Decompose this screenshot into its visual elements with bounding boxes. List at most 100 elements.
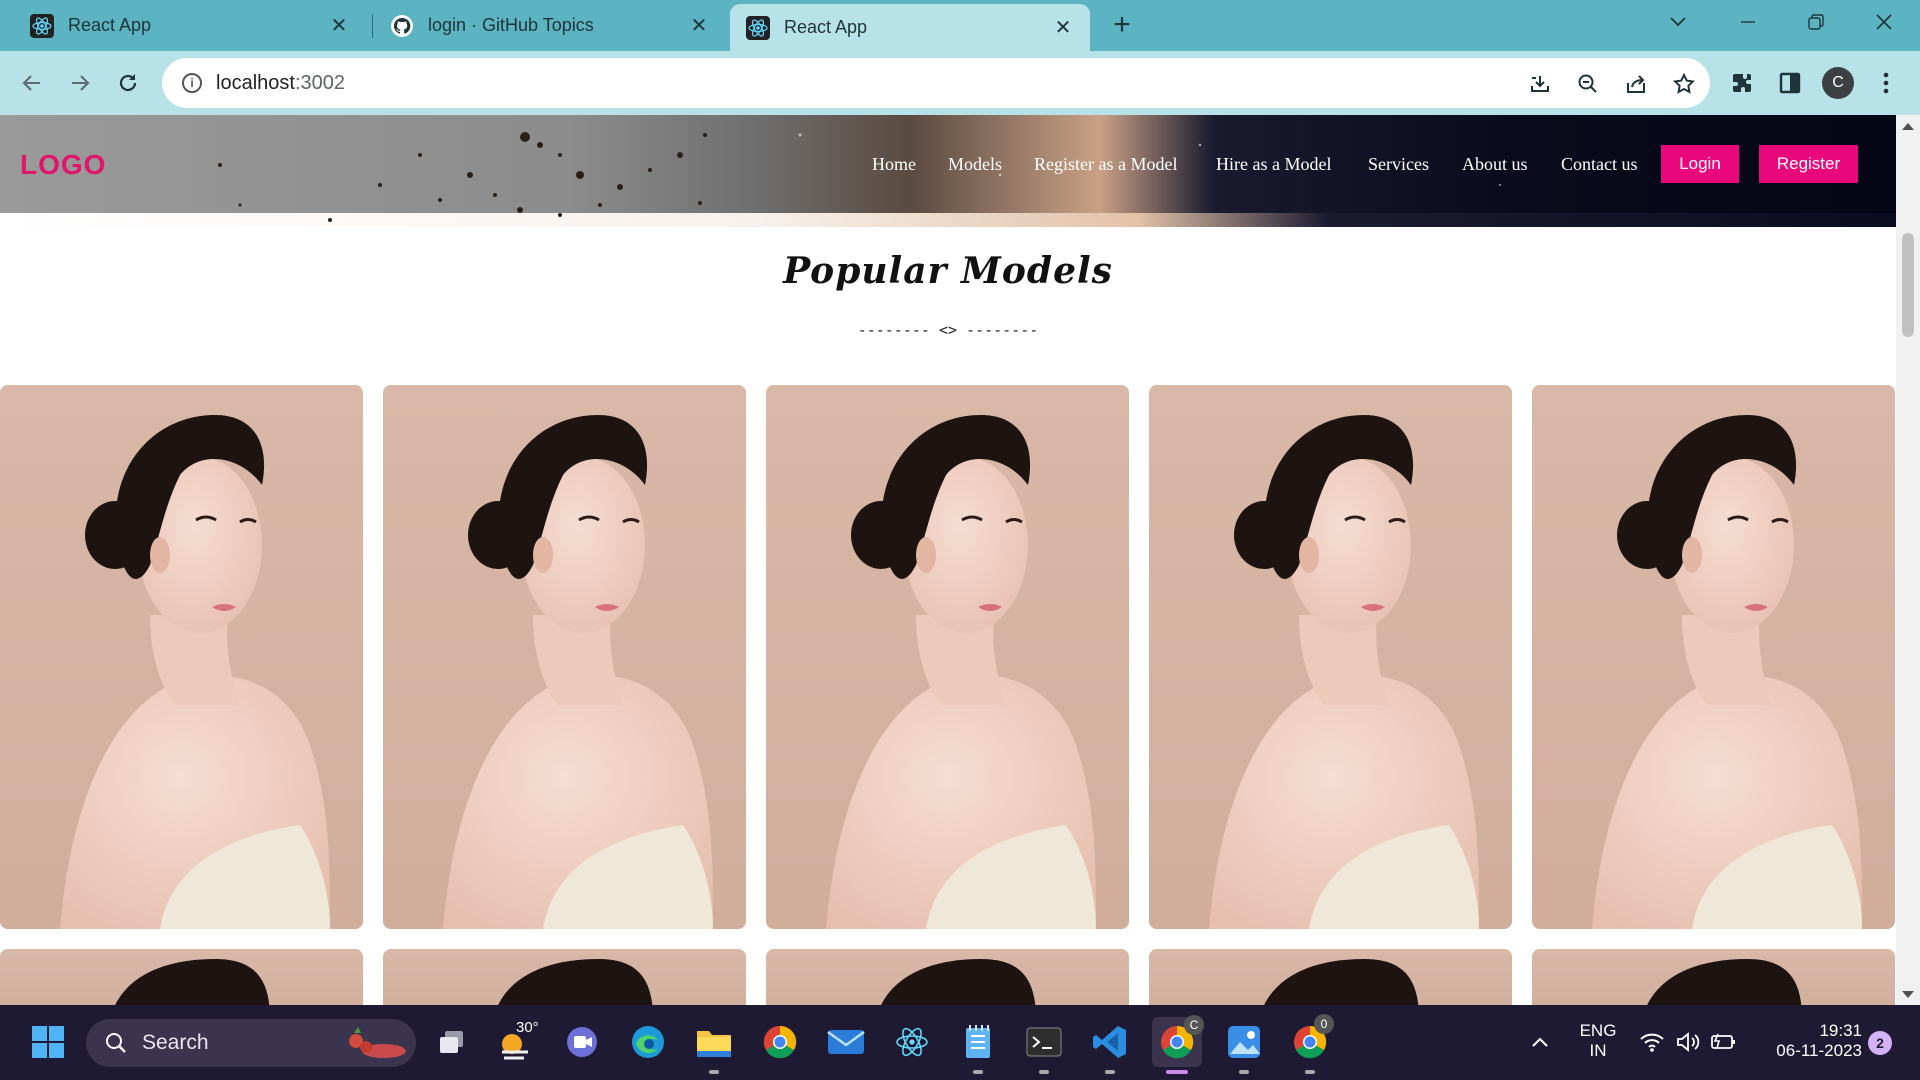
task-view-icon[interactable] bbox=[430, 1020, 474, 1064]
login-button[interactable]: Login bbox=[1661, 145, 1739, 183]
model-card[interactable] bbox=[1149, 949, 1512, 1005]
github-icon bbox=[390, 14, 414, 38]
tab-title: React App bbox=[68, 15, 152, 35]
model-photo bbox=[766, 949, 1129, 1005]
region-code: IN bbox=[1589, 1041, 1607, 1060]
restore-icon[interactable] bbox=[1792, 0, 1840, 44]
model-card[interactable] bbox=[1149, 385, 1512, 929]
windows-start-icon[interactable] bbox=[26, 1020, 70, 1064]
chrome-profile-c-icon[interactable]: C bbox=[1152, 1015, 1204, 1067]
minimize-icon[interactable] bbox=[1724, 0, 1772, 44]
close-icon[interactable]: ✕ bbox=[328, 15, 350, 37]
model-photo bbox=[0, 949, 363, 1005]
running-indicator bbox=[1105, 1070, 1115, 1074]
edge-browser-icon[interactable] bbox=[626, 1020, 670, 1064]
model-photo bbox=[1532, 949, 1895, 1005]
scroll-down-icon[interactable] bbox=[1902, 991, 1914, 998]
tab-strip: React App ✕ login · GitHub Topics ✕ Reac… bbox=[0, 0, 1920, 51]
scrollbar-thumb[interactable] bbox=[1902, 233, 1914, 337]
model-card[interactable] bbox=[1532, 385, 1895, 929]
register-button[interactable]: Register bbox=[1759, 145, 1858, 183]
running-indicator bbox=[973, 1070, 983, 1074]
back-icon[interactable] bbox=[10, 61, 54, 105]
profile-badge: C bbox=[1184, 1015, 1204, 1035]
model-photo bbox=[0, 385, 363, 929]
react-icon bbox=[746, 15, 770, 40]
active-indicator bbox=[1166, 1070, 1188, 1074]
model-card[interactable] bbox=[766, 385, 1129, 929]
address-bar[interactable]: i localhost:3002 bbox=[162, 58, 1710, 108]
taskbar-search[interactable]: Search bbox=[86, 1019, 416, 1067]
nav-about-us[interactable]: About us bbox=[1462, 154, 1528, 175]
weather-temperature: 30° bbox=[516, 1019, 539, 1036]
running-indicator bbox=[1305, 1070, 1315, 1074]
model-photo bbox=[766, 385, 1129, 929]
extensions-icon[interactable] bbox=[1722, 63, 1762, 103]
vscode-icon[interactable] bbox=[1088, 1020, 1132, 1064]
model-photo bbox=[1149, 949, 1512, 1005]
mail-icon[interactable] bbox=[824, 1020, 868, 1064]
share-icon[interactable] bbox=[1622, 70, 1650, 98]
model-card[interactable] bbox=[1532, 949, 1895, 1005]
site-info-icon[interactable]: i bbox=[182, 73, 202, 93]
photos-icon[interactable] bbox=[1222, 1020, 1266, 1064]
close-icon[interactable]: ✕ bbox=[1052, 17, 1074, 39]
menu-dots-icon[interactable] bbox=[1866, 63, 1906, 103]
nav-contact-us[interactable]: Contact us bbox=[1561, 154, 1638, 175]
new-tab-icon[interactable]: + bbox=[1106, 8, 1138, 42]
search-placeholder: Search bbox=[142, 1031, 209, 1054]
install-app-icon[interactable] bbox=[1526, 70, 1554, 98]
tab-react-app-1[interactable]: React App ✕ bbox=[14, 0, 366, 51]
reload-icon[interactable] bbox=[106, 61, 150, 105]
show-hidden-icons-chevron-icon[interactable] bbox=[1518, 1020, 1562, 1064]
model-card[interactable] bbox=[0, 949, 363, 1005]
nav-register-as-a-model[interactable]: Register as a Model bbox=[1034, 154, 1177, 175]
model-photo bbox=[383, 385, 746, 929]
terminal-icon[interactable] bbox=[1022, 1020, 1066, 1064]
running-indicator bbox=[1039, 1070, 1049, 1074]
page-scrollbar[interactable] bbox=[1896, 115, 1920, 1005]
model-photo bbox=[1532, 385, 1895, 929]
model-card[interactable] bbox=[383, 949, 746, 1005]
model-photo bbox=[1149, 385, 1512, 929]
running-indicator bbox=[709, 1070, 719, 1074]
bookmark-star-icon[interactable] bbox=[1670, 70, 1698, 98]
chrome-icon[interactable] bbox=[758, 1020, 802, 1064]
nav-home[interactable]: Home bbox=[872, 154, 916, 175]
scroll-up-icon[interactable] bbox=[1902, 123, 1914, 130]
file-explorer-icon[interactable] bbox=[692, 1020, 736, 1064]
tab-github-topics[interactable]: login · GitHub Topics ✕ bbox=[374, 0, 726, 51]
tab-search-chevron-icon[interactable] bbox=[1654, 0, 1702, 44]
teams-meet-icon[interactable] bbox=[560, 1020, 604, 1064]
tab-react-app-active[interactable]: React App ✕ bbox=[730, 4, 1090, 51]
close-icon[interactable]: ✕ bbox=[688, 15, 710, 37]
profile-badge: 0 bbox=[1314, 1014, 1334, 1034]
forward-icon[interactable] bbox=[58, 61, 102, 105]
site-logo[interactable]: LOGO bbox=[20, 149, 106, 181]
clock-date: 06-11-2023 bbox=[1776, 1041, 1862, 1060]
model-card[interactable] bbox=[383, 385, 746, 929]
zoom-out-icon[interactable] bbox=[1574, 70, 1602, 98]
clock-time: 19:31 bbox=[1819, 1021, 1862, 1040]
section-divider: -------- <> -------- bbox=[857, 321, 1039, 339]
close-window-icon[interactable] bbox=[1860, 0, 1908, 44]
react-devtools-icon[interactable] bbox=[890, 1020, 934, 1064]
profile-avatar[interactable]: C bbox=[1818, 63, 1858, 103]
nav-hire-as-a-model[interactable]: Hire as a Model bbox=[1216, 154, 1331, 175]
nav-models[interactable]: Models bbox=[948, 154, 1002, 175]
tab-title: login · GitHub Topics bbox=[428, 15, 594, 35]
side-panel-icon[interactable] bbox=[1770, 63, 1810, 103]
clock[interactable]: 19:31 06-11-2023 bbox=[1752, 1021, 1862, 1061]
section-title: Popular Models bbox=[783, 250, 1113, 292]
model-card[interactable] bbox=[0, 385, 363, 929]
address-url: localhost:3002 bbox=[216, 71, 345, 94]
nav-services[interactable]: Services bbox=[1368, 154, 1429, 175]
chrome-profile-0-icon[interactable]: 0 bbox=[1288, 1014, 1334, 1064]
battery-icon[interactable] bbox=[1702, 1020, 1746, 1064]
model-card[interactable] bbox=[766, 949, 1129, 1005]
language-indicator[interactable]: ENG IN bbox=[1572, 1021, 1624, 1061]
react-icon bbox=[30, 13, 54, 38]
notification-badge[interactable]: 2 bbox=[1868, 1031, 1892, 1055]
site-header: LOGO Home Models Register as a Model Hir… bbox=[0, 115, 1896, 227]
notepad-icon[interactable] bbox=[956, 1020, 1000, 1064]
